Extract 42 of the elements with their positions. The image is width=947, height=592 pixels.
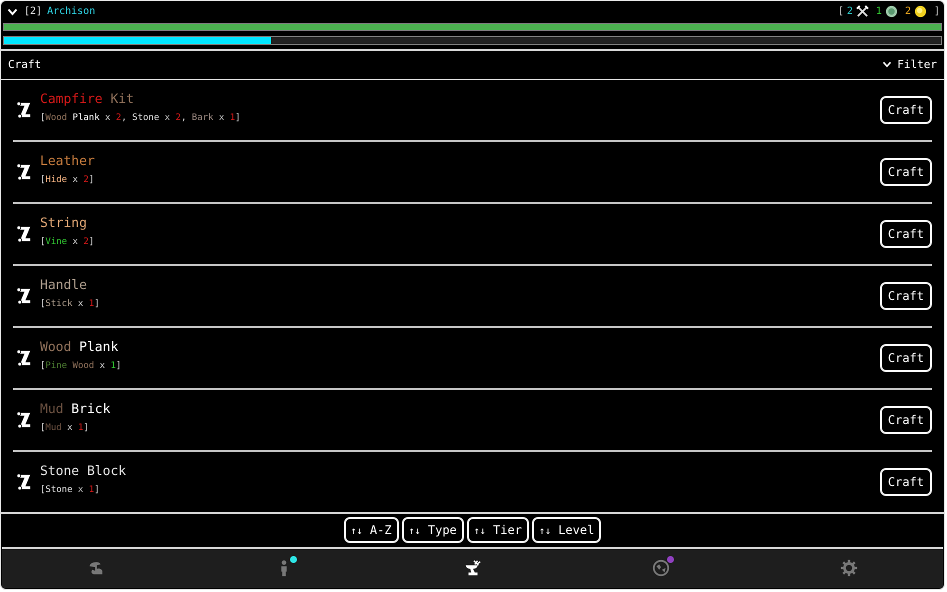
sort-button[interactable]: ↑↓ Tier (466, 517, 529, 544)
recipe-name: Stone Block (40, 464, 128, 480)
craft-button[interactable]: Craft (880, 158, 932, 186)
nav-world-icon[interactable] (652, 559, 670, 578)
ingredient-list: [Wood Plank x 2, Stone x 2, Bark x 1] (40, 113, 880, 124)
nav-craft-icon[interactable] (464, 559, 482, 578)
recipe-name: Leather (40, 154, 96, 170)
chevron-down-icon (882, 61, 892, 68)
stat-value: 2 (904, 6, 911, 18)
recipe-name: Campfire Kit (40, 92, 135, 108)
coin-icon (884, 5, 898, 18)
character-name: Archison (47, 6, 96, 18)
craft-button[interactable]: Craft (880, 282, 932, 310)
sort-button[interactable]: ↑↓ A-Z (344, 517, 399, 544)
recipe-name: String (40, 216, 88, 232)
ingredient-list: [Pine Wood x 1] (40, 361, 880, 372)
stat-value: ] (934, 6, 940, 18)
crossed-tools-icon (856, 5, 869, 18)
stat-value: 1 (876, 6, 882, 18)
recipe-name: Handle (40, 278, 88, 294)
coin-icon (914, 5, 927, 18)
craft-button[interactable]: Craft (880, 96, 932, 124)
chevron-down-icon[interactable] (7, 8, 18, 16)
recipe-name: Mud Brick (40, 402, 112, 418)
ingredient-list: [Hide x 2] (40, 175, 880, 186)
stat-value: [ (838, 6, 844, 18)
nav-settings-icon[interactable] (840, 559, 858, 578)
party-slot: [2] (24, 6, 42, 18)
craft-button[interactable]: Craft (880, 220, 932, 248)
ingredient-list: [Vine x 2] (40, 237, 880, 248)
ingredient-list: [Stick x 1] (40, 299, 880, 310)
sort-button[interactable]: ↑↓ Type (402, 517, 464, 544)
ingredient-list: [Stone x 1] (40, 485, 880, 496)
recipe-name: Wood Plank (40, 340, 120, 356)
craft-button[interactable]: Craft (880, 344, 932, 372)
craft-button[interactable]: Craft (880, 468, 932, 496)
ingredient-list: [Mud x 1] (40, 423, 880, 434)
craft-button[interactable]: Craft (880, 406, 932, 434)
stat-value: 2 (846, 6, 853, 18)
panel-title: Craft (8, 58, 42, 72)
filter-button[interactable]: Filter (882, 58, 937, 72)
sort-button[interactable]: ↑↓ Level (532, 517, 602, 544)
